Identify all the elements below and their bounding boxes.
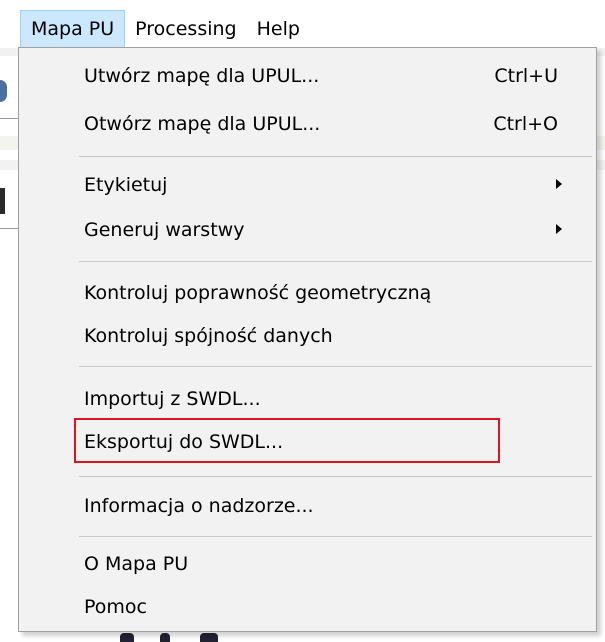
menu-item-label: Generuj warstwy bbox=[84, 219, 245, 241]
background-divider bbox=[0, 118, 18, 119]
mapa-pu-dropdown-menu: Utwórz mapę dla UPUL... Ctrl+U Otwórz ma… bbox=[18, 47, 597, 632]
menu-item-label: Otwórz mapę dla UPUL... bbox=[84, 113, 321, 135]
menu-help[interactable]: Help bbox=[247, 10, 310, 48]
menu-item-label: Pomoc bbox=[84, 596, 147, 618]
menu-mapa-pu[interactable]: Mapa PU bbox=[20, 10, 126, 48]
menu-separator bbox=[79, 366, 592, 367]
menu-item-label: Importuj z SWDL... bbox=[84, 388, 261, 410]
menu-item-label: Informacja o nadzorze... bbox=[84, 495, 314, 517]
submenu-arrow-icon bbox=[556, 179, 562, 189]
background-divider bbox=[0, 228, 18, 229]
menu-item-shortcut: Ctrl+O bbox=[493, 113, 558, 135]
menu-item-create-map[interactable]: Utwórz mapę dla UPUL... Ctrl+U bbox=[19, 56, 596, 96]
menu-item-label: O Mapa PU bbox=[84, 553, 189, 575]
menu-item-shortcut: Ctrl+U bbox=[494, 65, 558, 87]
menu-item-supervision-info[interactable]: Informacja o nadzorze... bbox=[19, 486, 596, 526]
menu-separator bbox=[79, 536, 592, 537]
background-map-content bbox=[100, 633, 250, 642]
menu-item-check-consistency[interactable]: Kontroluj spójność danych bbox=[19, 316, 596, 356]
submenu-arrow-icon bbox=[556, 224, 562, 234]
menu-item-open-map[interactable]: Otwórz mapę dla UPUL... Ctrl+O bbox=[19, 104, 596, 144]
menu-item-label: Etykietuj bbox=[84, 174, 168, 196]
background-icon bbox=[0, 188, 5, 214]
menu-item-label-submenu[interactable]: Etykietuj bbox=[19, 165, 596, 205]
background-icon bbox=[0, 80, 7, 102]
menu-item-import-swdl[interactable]: Importuj z SWDL... bbox=[19, 379, 596, 419]
menu-separator bbox=[79, 261, 592, 262]
menu-item-label: Kontroluj spójność danych bbox=[84, 325, 333, 347]
menu-item-label: Kontroluj poprawność geometryczną bbox=[84, 282, 432, 304]
annotation-highlight-box bbox=[74, 418, 500, 463]
menu-separator bbox=[79, 156, 592, 157]
menu-item-generate-layers[interactable]: Generuj warstwy bbox=[19, 210, 596, 250]
menu-bar: Mapa PU Processing Help bbox=[0, 0, 605, 48]
menu-processing[interactable]: Processing bbox=[125, 10, 246, 48]
menu-item-about[interactable]: O Mapa PU bbox=[19, 544, 596, 584]
menu-item-help[interactable]: Pomoc bbox=[19, 587, 596, 627]
menu-separator bbox=[79, 476, 592, 477]
menu-item-label: Utwórz mapę dla UPUL... bbox=[84, 65, 320, 87]
menu-item-check-geometry[interactable]: Kontroluj poprawność geometryczną bbox=[19, 273, 596, 313]
